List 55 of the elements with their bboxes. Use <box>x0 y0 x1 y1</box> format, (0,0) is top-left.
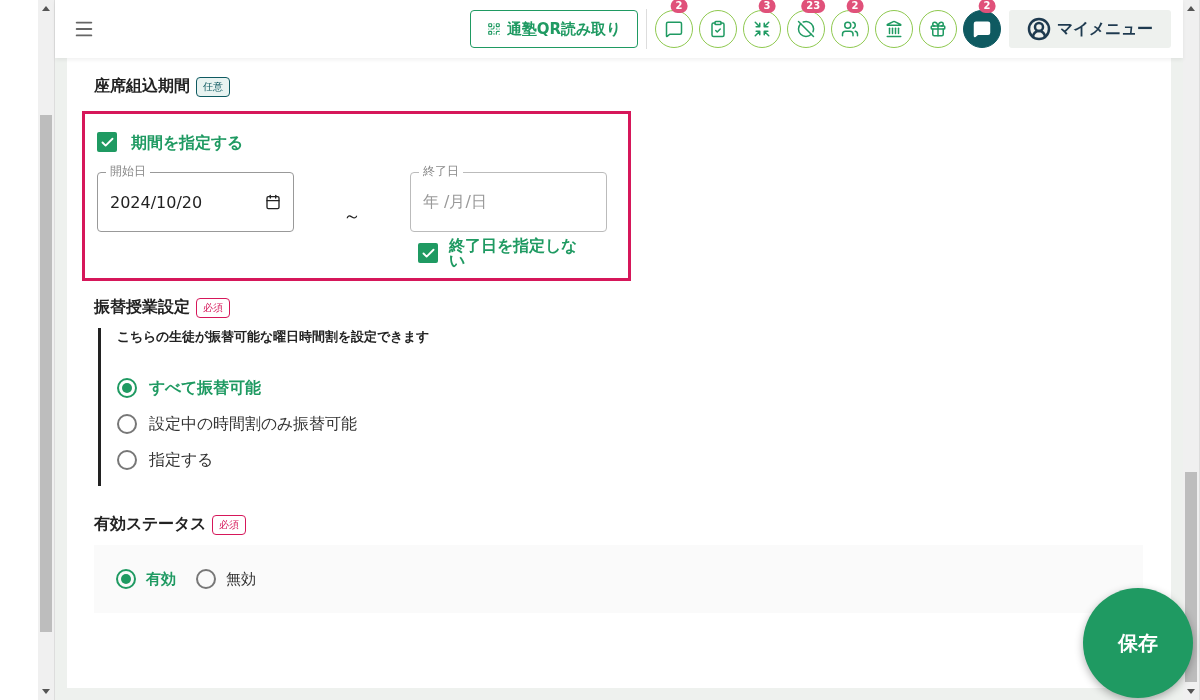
count-badge: 2 <box>846 0 864 13</box>
icon-button[interactable] <box>655 10 693 48</box>
tag: 必須 <box>212 514 246 535</box>
group-icon <box>841 20 859 38</box>
radio-button[interactable] <box>117 450 137 470</box>
checkbox[interactable] <box>97 132 117 152</box>
section-title: 座席組込期間 <box>94 76 190 97</box>
count-badge: 3 <box>758 0 776 13</box>
icon-button[interactable] <box>699 10 737 48</box>
count-badge: 23 <box>801 0 826 13</box>
tag: 任意 <box>196 76 230 97</box>
radio-button[interactable] <box>116 569 136 589</box>
field-value: 2024/10/20 <box>110 192 203 212</box>
gift-icon <box>929 20 947 38</box>
chat-icon <box>665 20 683 38</box>
field-label: 終了日 <box>419 164 463 178</box>
scrollbar[interactable] <box>1183 0 1200 700</box>
qr-button[interactable]: 通塾QR読み取り <box>469 10 638 48</box>
radio-button[interactable] <box>117 378 137 398</box>
icon-button[interactable] <box>919 10 957 48</box>
radio-button[interactable] <box>196 569 216 589</box>
user-icon <box>1027 17 1051 41</box>
icon-button[interactable] <box>963 10 1001 48</box>
icon-button[interactable] <box>787 10 825 48</box>
checklist-icon <box>709 20 727 38</box>
checkbox[interactable] <box>418 243 438 263</box>
field-placeholder: 年 /月/日 <box>423 191 487 213</box>
tag: 必須 <box>196 297 230 318</box>
chat-icon <box>973 20 991 38</box>
radio-label: 設定中の時間割のみ振替可能 <box>149 413 357 435</box>
count-badge: 2 <box>978 0 996 13</box>
field-label: 開始日 <box>106 164 150 178</box>
save-button[interactable]: 保存 <box>1083 588 1193 698</box>
checkbox-label: 終了日を指定しない <box>449 238 578 268</box>
icon-button[interactable] <box>743 10 781 48</box>
count-badge: 2 <box>670 0 688 13</box>
section-title: 振替授業設定 <box>94 297 190 318</box>
arrows-inward-icon <box>753 20 771 38</box>
radio-label: 無効 <box>226 569 256 589</box>
radio-label: 指定する <box>149 449 213 471</box>
range-separator: ～ <box>342 204 362 228</box>
slashed-circle-icon <box>797 20 815 38</box>
radio-label: 有効 <box>146 569 176 589</box>
radio-button[interactable] <box>117 414 137 434</box>
icon-button[interactable] <box>831 10 869 48</box>
section-title: 有効ステータス <box>94 514 206 535</box>
icon-button[interactable] <box>875 10 913 48</box>
scrollbar[interactable] <box>38 0 55 700</box>
bank-icon <box>885 20 903 38</box>
radio-label: すべて振替可能 <box>149 377 261 399</box>
description-text: こちらの生徒が振替可能な曜日時間割を設定できます <box>117 328 430 346</box>
qr-code-icon <box>486 22 501 36</box>
my-menu-button[interactable]: マイメニュー <box>1009 10 1171 48</box>
calendar-icon[interactable] <box>265 194 281 210</box>
checkbox-label: 期間を指定する <box>131 134 243 150</box>
